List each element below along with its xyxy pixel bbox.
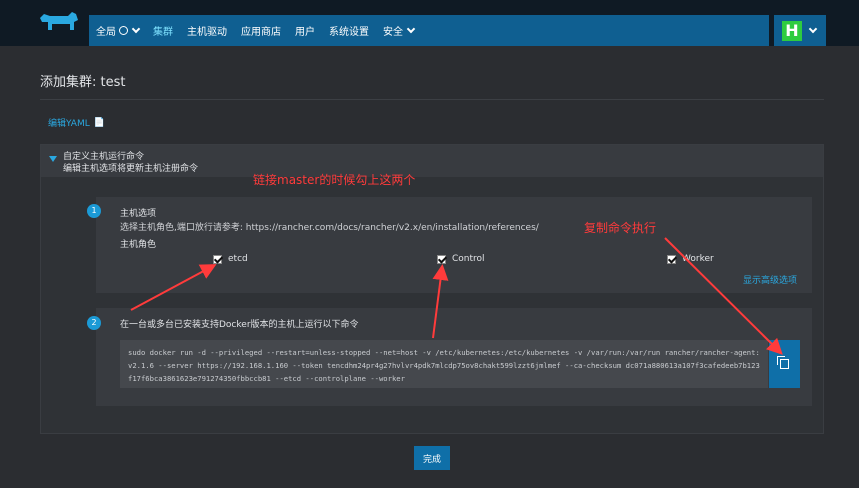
etcd-checkbox[interactable] <box>213 254 222 264</box>
copy-command-button[interactable] <box>769 340 800 388</box>
command-box[interactable]: sudo docker run -d --privileged --restar… <box>120 340 768 388</box>
show-advanced-options-link[interactable]: 显示高级选项 <box>743 273 797 286</box>
role-worker[interactable]: Worker <box>667 254 714 264</box>
divider <box>40 99 824 100</box>
nav-users[interactable]: 用户 <box>288 15 322 46</box>
section-subtitle: 编辑主机选项将更新主机注册命令 <box>63 164 199 174</box>
file-icon: 📄 <box>93 117 105 128</box>
nav-node-drivers[interactable]: 主机驱动 <box>180 15 234 46</box>
main-nav: 全局 集群 主机驱动 应用商店 用户 系统设置 安全 <box>89 15 769 46</box>
node-options-box <box>96 197 812 293</box>
chevron-down-icon <box>808 24 818 34</box>
step-number-2: 2 <box>87 316 101 330</box>
nav-global[interactable]: 全局 <box>89 15 146 46</box>
avatar: H <box>782 20 802 41</box>
role-etcd[interactable]: etcd <box>213 254 248 264</box>
done-button[interactable]: 完成 <box>414 446 450 470</box>
control-checkbox[interactable] <box>437 254 446 264</box>
command-text[interactable]: sudo docker run -d --privileged --restar… <box>128 346 760 385</box>
edit-yaml-link[interactable]: 编辑YAML 📄 <box>48 116 105 130</box>
chevron-down-icon <box>406 24 416 34</box>
worker-checkbox[interactable] <box>667 254 676 264</box>
step-number-1: 1 <box>87 204 101 218</box>
annotation-note-copy: 复制命令执行 <box>584 221 657 235</box>
nav-security[interactable]: 安全 <box>376 15 421 46</box>
caret-down-icon <box>49 156 57 162</box>
page-title: 添加集群: test <box>40 75 126 90</box>
chevron-down-icon <box>131 24 141 34</box>
run-command-title: 在一台或多台已安装支持Docker版本的主机上运行以下命令 <box>120 320 359 330</box>
node-options-title: 主机选项 <box>120 209 157 219</box>
nav-settings[interactable]: 系统设置 <box>322 15 376 46</box>
annotation-note-master: 链接master的时候勾上这两个 <box>253 173 416 187</box>
globe-icon <box>119 26 128 35</box>
nav-clusters[interactable]: 集群 <box>146 15 180 46</box>
role-control[interactable]: Control <box>437 254 485 264</box>
section-header[interactable]: 自定义主机运行命令 编辑主机选项将更新主机注册命令 <box>41 145 823 177</box>
copy-icon <box>777 356 789 369</box>
nav-catalogs[interactable]: 应用商店 <box>234 15 288 46</box>
rancher-logo-icon[interactable] <box>38 10 80 36</box>
node-roles-label: 主机角色 <box>120 240 157 250</box>
user-menu[interactable]: H <box>774 15 826 46</box>
top-bar: 全局 集群 主机驱动 应用商店 用户 系统设置 安全 H <box>0 0 859 46</box>
node-options-desc: 选择主机角色,端口放行请参考: https://rancher.com/docs… <box>120 223 539 233</box>
